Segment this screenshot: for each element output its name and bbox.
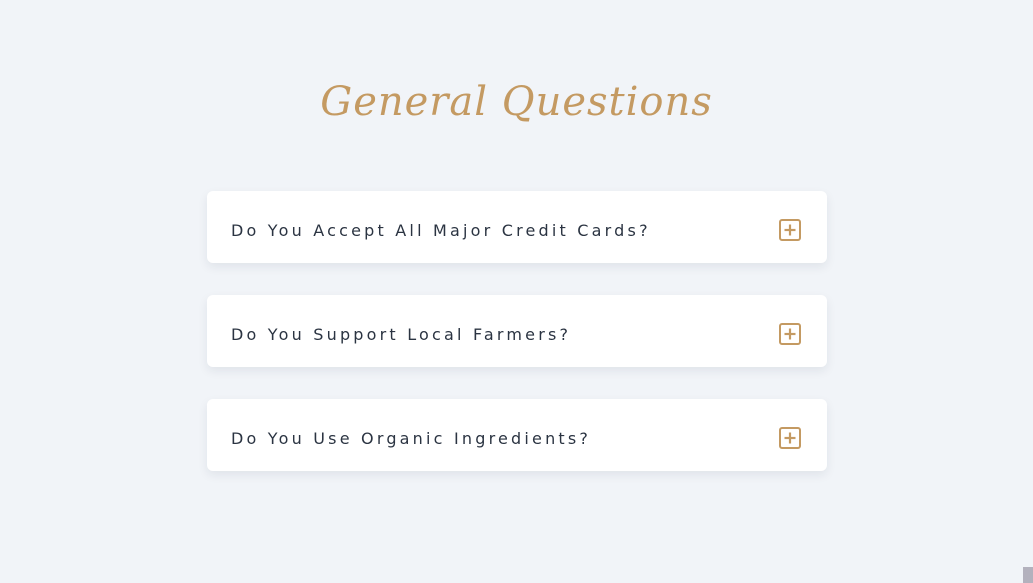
- faq-item-credit-cards[interactable]: Do You Accept All Major Credit Cards?: [207, 191, 827, 263]
- scrollbar-thumb[interactable]: [1023, 567, 1033, 583]
- plus-square-icon[interactable]: [779, 427, 801, 449]
- section-title: General Questions: [320, 79, 713, 125]
- faq-question[interactable]: Do You Accept All Major Credit Cards?: [231, 191, 651, 263]
- faq-item-organic-ingredients[interactable]: Do You Use Organic Ingredients?: [207, 399, 827, 471]
- faq-question[interactable]: Do You Use Organic Ingredients?: [231, 399, 591, 471]
- faq-list: Do You Accept All Major Credit Cards? Do…: [207, 191, 827, 503]
- plus-square-icon[interactable]: [779, 323, 801, 345]
- plus-square-icon[interactable]: [779, 219, 801, 241]
- faq-question[interactable]: Do You Support Local Farmers?: [231, 295, 571, 367]
- faq-item-local-farmers[interactable]: Do You Support Local Farmers?: [207, 295, 827, 367]
